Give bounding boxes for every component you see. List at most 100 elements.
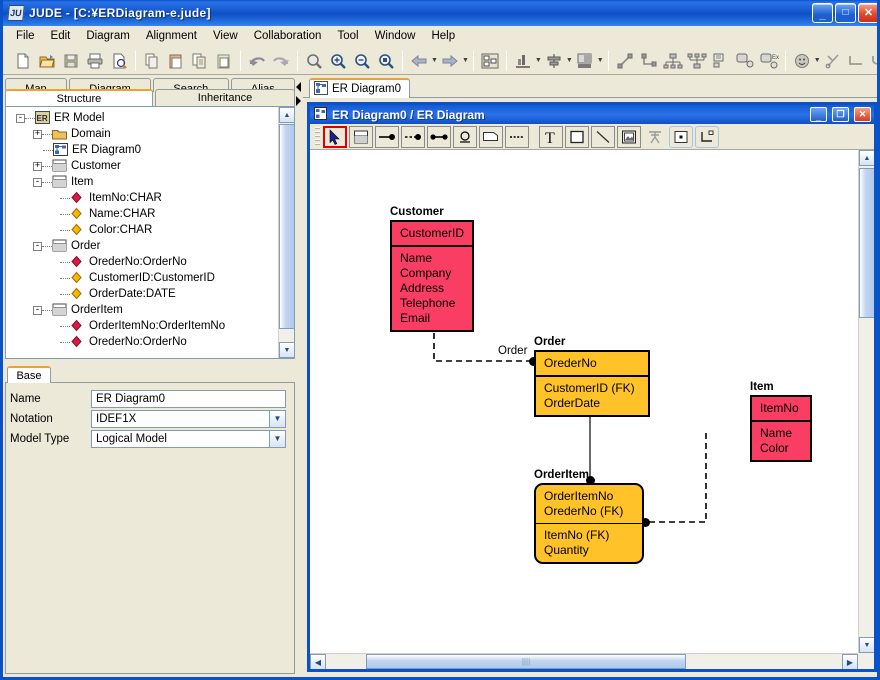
cut-link-icon[interactable] — [821, 49, 845, 73]
menu-collaboration[interactable]: Collaboration — [246, 28, 330, 44]
structure-icon[interactable] — [478, 49, 502, 73]
tab-inheritance[interactable]: Inheritance — [155, 89, 295, 107]
fill-color-icon[interactable] — [573, 49, 597, 73]
tree-toggle-expand-icon[interactable]: + — [33, 161, 42, 171]
tree-item-er-model[interactable]: - ER ER Model — [6, 110, 278, 126]
save-icon[interactable] — [59, 49, 83, 73]
splitter-left-arrow-icon[interactable] — [296, 82, 301, 92]
name-input[interactable]: ER Diagram0 — [91, 389, 286, 408]
print-preview-icon[interactable] — [107, 49, 131, 73]
tree-up-icon[interactable] — [685, 49, 709, 73]
tree-item-customerid-customerid[interactable]: CustomerID:CustomerID — [6, 270, 278, 286]
canvas-vertical-scrollbar[interactable]: ▲ ▼ — [858, 150, 874, 653]
zoom-reset-icon[interactable] — [302, 49, 326, 73]
entity-customer[interactable]: Customer CustomerID Name Company Address… — [390, 206, 475, 332]
copy-multi-icon[interactable] — [188, 49, 212, 73]
tree-vertical-scrollbar[interactable]: ▲ ▼ — [278, 107, 294, 358]
entity-tool[interactable] — [349, 125, 373, 148]
menu-view[interactable]: View — [205, 28, 246, 44]
entity-box-item[interactable]: ItemNo Name Color — [750, 395, 812, 462]
elbow-tool[interactable] — [695, 125, 719, 148]
tree-item-order[interactable]: - Order — [6, 238, 278, 254]
entity-order[interactable]: Order OrederNo CustomerID (FK) OrderDate — [534, 336, 650, 417]
zoom-fit-icon[interactable] — [374, 49, 398, 73]
chevron-down-icon[interactable]: ▼ — [269, 430, 285, 447]
corner-line-icon[interactable] — [845, 49, 869, 73]
tree-item-orederno-orderno[interactable]: OrederNo:OrderNo — [6, 254, 278, 270]
paste-icon[interactable] — [164, 49, 188, 73]
canvas-scroll-left-button[interactable]: ◀ — [310, 654, 326, 669]
nav-forward-dropdown-icon[interactable]: ▼ — [462, 49, 469, 73]
line-icon[interactable] — [613, 49, 637, 73]
tree-scroll-up-button[interactable]: ▲ — [279, 107, 294, 123]
mdi-restore-button[interactable]: ❐ — [832, 107, 849, 122]
canvas-horizontal-scrollbar[interactable]: ◀ |||| ▶ — [310, 653, 874, 669]
canvas-hscroll-thumb[interactable]: |||| — [366, 654, 686, 669]
canvas-scroll-down-button[interactable]: ▼ — [859, 637, 874, 653]
tree-item-orderitemno-orderitemno[interactable]: OrderItemNo:OrderItemNo — [6, 318, 278, 334]
rounded-line-icon[interactable] — [869, 49, 877, 73]
elbow-line-icon[interactable] — [637, 49, 661, 73]
tree-item-orderdate-date[interactable]: OrderDate:DATE — [6, 286, 278, 302]
view-tool[interactable] — [479, 125, 503, 148]
panel-splitter[interactable] — [295, 78, 303, 675]
mdi-close-button[interactable]: ✕ — [854, 107, 871, 122]
tree-down-icon[interactable] — [661, 49, 685, 73]
mdi-minimize-button[interactable]: _ — [810, 107, 827, 122]
redo-icon[interactable] — [269, 49, 293, 73]
text-tool[interactable]: T — [539, 125, 563, 148]
nav-back-icon[interactable] — [407, 49, 431, 73]
zoom-out-icon[interactable] — [350, 49, 374, 73]
tree-toggle-collapse-icon[interactable]: - — [16, 113, 25, 123]
canvas-scroll-up-button[interactable]: ▲ — [859, 150, 874, 166]
tab-base[interactable]: Base — [7, 366, 51, 383]
canvas-scroll-right-button[interactable]: ▶ — [842, 654, 858, 669]
nav-forward-icon[interactable] — [438, 49, 462, 73]
rectangle-tool[interactable] — [565, 125, 589, 148]
chart-icon[interactable] — [511, 49, 535, 73]
tree-item-orderitem[interactable]: - OrderItem — [6, 302, 278, 318]
diagram-toolbar-grip[interactable] — [315, 126, 320, 147]
tree-item-itemno-char[interactable]: ItemNo:CHAR — [6, 190, 278, 206]
menu-help[interactable]: Help — [423, 28, 463, 44]
menu-edit[interactable]: Edit — [43, 28, 79, 44]
nav-back-dropdown-icon[interactable]: ▼ — [431, 49, 438, 73]
identify-rel-tool[interactable] — [375, 125, 399, 148]
tree-item-name-char[interactable]: Name:CHAR — [6, 206, 278, 222]
object-ex-icon[interactable]: Ex — [757, 49, 781, 73]
tree-toggle-expand-icon[interactable]: + — [33, 129, 42, 139]
tree-item-domain[interactable]: + Domain — [6, 126, 278, 142]
menu-file[interactable]: File — [8, 28, 43, 44]
paste-multi-icon[interactable] — [212, 49, 236, 73]
smiley-icon[interactable] — [790, 49, 814, 73]
menu-window[interactable]: Window — [367, 28, 424, 44]
non-identify-rel-tool[interactable] — [401, 125, 425, 148]
dotted-line-tool[interactable] — [505, 125, 529, 148]
line-tool[interactable] — [591, 125, 615, 148]
tree-item-customer[interactable]: + Customer — [6, 158, 278, 174]
tree-toggle-collapse-icon[interactable]: - — [33, 177, 42, 187]
tab-structure[interactable]: Structure — [5, 89, 153, 107]
point-tool[interactable] — [669, 125, 693, 148]
notation-select[interactable]: IDEF1X ▼ — [91, 409, 286, 428]
undo-icon[interactable] — [245, 49, 269, 73]
menu-tool[interactable]: Tool — [329, 28, 366, 44]
close-button[interactable]: ✕ — [858, 3, 877, 23]
maximize-button[interactable]: □ — [835, 3, 856, 23]
tree-item-color-char[interactable]: Color:CHAR — [6, 222, 278, 238]
zoom-in-icon[interactable] — [326, 49, 350, 73]
minimize-button[interactable]: _ — [812, 3, 833, 23]
new-file-icon[interactable] — [11, 49, 35, 73]
entity-item[interactable]: Item ItemNo Name Color — [750, 381, 812, 462]
tree-scroll-down-button[interactable]: ▼ — [279, 342, 294, 358]
object-icon[interactable] — [733, 49, 757, 73]
tree-item-er-diagram0[interactable]: ER Diagram0 — [6, 142, 278, 158]
smiley-dropdown-icon[interactable]: ▼ — [814, 49, 821, 73]
align-icon[interactable] — [542, 49, 566, 73]
actor-tool[interactable] — [643, 125, 667, 148]
model-tree[interactable]: - ER ER Model + Domain ER Diagram0 + Customer - I… — [5, 106, 295, 359]
tree-item-orederno-orderno[interactable]: OrederNo:OrderNo — [6, 334, 278, 350]
many-to-many-tool[interactable] — [427, 125, 451, 148]
tree-toggle-collapse-icon[interactable]: - — [33, 241, 42, 251]
tree-toggle-collapse-icon[interactable]: - — [33, 305, 42, 315]
